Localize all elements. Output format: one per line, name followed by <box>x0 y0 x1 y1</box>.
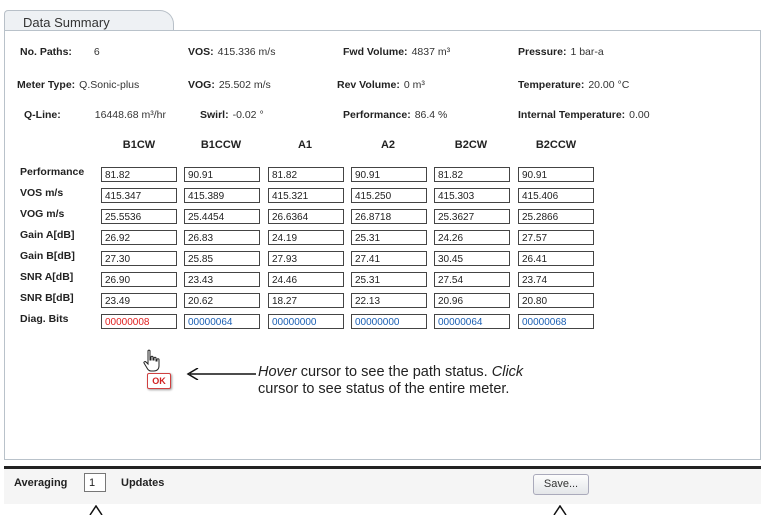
col-header-b1ccw: B1CCW <box>200 139 242 151</box>
info-fwd-volume: Fwd Volume: 4837 m³ <box>343 46 451 58</box>
info-internal-temperature: Internal Temperature: 0.00 <box>518 109 650 121</box>
data-cell: 90.91 <box>351 167 427 182</box>
data-cell: 27.30 <box>101 251 177 266</box>
info-paths: No. Paths: 6 <box>20 46 100 58</box>
data-cell: 26.8718 <box>351 209 427 224</box>
data-cell: 81.82 <box>101 167 177 182</box>
info-rev-volume: Rev Volume: 0 m³ <box>337 79 425 91</box>
up-arrow-icon <box>89 505 103 515</box>
info-qline: Q-Line: 16448.68 m³/hr <box>24 109 166 121</box>
updates-label: Updates <box>121 477 165 489</box>
data-cell: 90.91 <box>184 167 260 182</box>
info-temperature: Temperature: 20.00 °C <box>518 79 630 91</box>
row-label: Diag. Bits <box>20 313 69 325</box>
data-cell: 26.92 <box>101 230 177 245</box>
data-cell: 23.49 <box>101 293 177 308</box>
data-cell: 26.83 <box>184 230 260 245</box>
row-label: Performance <box>20 166 85 178</box>
info-pressure: Pressure: 1 bar-a <box>518 46 604 58</box>
data-cell: 25.3627 <box>434 209 510 224</box>
info-swirl: Swirl: -0.02 ° <box>200 109 264 121</box>
data-cell: 25.2866 <box>518 209 594 224</box>
row-label: VOS m/s <box>20 187 64 199</box>
hand-cursor-icon <box>143 349 160 372</box>
info-vos: VOS: 415.336 m/s <box>188 46 276 58</box>
col-header-a2: A2 <box>380 139 396 151</box>
row-label: SNR A[dB] <box>20 271 74 283</box>
data-cell: 22.13 <box>351 293 427 308</box>
data-cell: 415.303 <box>434 188 510 203</box>
data-cell: 23.43 <box>184 272 260 287</box>
ok-status-tooltip[interactable]: OK <box>147 373 171 389</box>
data-cell: 27.54 <box>434 272 510 287</box>
info-vog: VOG: 25.502 m/s <box>188 79 271 91</box>
data-cell: 24.46 <box>268 272 344 287</box>
diag-bits-cell[interactable]: 00000064 <box>434 314 510 329</box>
data-cell: 415.321 <box>268 188 344 203</box>
data-cell: 27.57 <box>518 230 594 245</box>
data-cell: 25.85 <box>184 251 260 266</box>
col-header-b1cw: B1CW <box>122 139 156 151</box>
diag-bits-cell[interactable]: 00000008 <box>101 314 177 329</box>
col-header-b2ccw: B2CCW <box>535 139 577 151</box>
data-cell: 81.82 <box>434 167 510 182</box>
data-cell: 25.31 <box>351 230 427 245</box>
up-arrow-icon <box>553 505 567 515</box>
data-cell: 20.96 <box>434 293 510 308</box>
data-cell: 81.82 <box>268 167 344 182</box>
averaging-input[interactable]: 1 <box>84 473 106 492</box>
annotation-text: Hover cursor to see the path status. Cli… <box>258 364 524 397</box>
data-cell: 415.250 <box>351 188 427 203</box>
left-arrow-icon <box>186 368 256 380</box>
diag-bits-cell[interactable]: 00000064 <box>184 314 260 329</box>
info-meter-type: Meter Type: Q.Sonic-plus <box>17 79 140 91</box>
data-cell: 27.41 <box>351 251 427 266</box>
data-cell: 25.4454 <box>184 209 260 224</box>
diag-bits-cell[interactable]: 00000000 <box>268 314 344 329</box>
data-cell: 90.91 <box>518 167 594 182</box>
footer-bar <box>4 466 761 504</box>
data-cell: 26.90 <box>101 272 177 287</box>
data-cell: 25.31 <box>351 272 427 287</box>
data-cell: 30.45 <box>434 251 510 266</box>
row-label: VOG m/s <box>20 208 65 220</box>
row-label: Gain B[dB] <box>20 250 75 262</box>
data-cell: 18.27 <box>268 293 344 308</box>
data-cell: 23.74 <box>518 272 594 287</box>
data-cell: 27.93 <box>268 251 344 266</box>
diag-bits-cell[interactable]: 00000068 <box>518 314 594 329</box>
col-header-a1: A1 <box>297 139 313 151</box>
row-label: SNR B[dB] <box>20 292 74 304</box>
data-cell: 26.41 <box>518 251 594 266</box>
info-performance: Performance: 86.4 % <box>343 109 448 121</box>
data-cell: 24.26 <box>434 230 510 245</box>
data-cell: 415.347 <box>101 188 177 203</box>
data-cell: 415.389 <box>184 188 260 203</box>
data-cell: 26.6364 <box>268 209 344 224</box>
data-cell: 20.80 <box>518 293 594 308</box>
save-button[interactable]: Save... <box>533 474 589 495</box>
row-label: Gain A[dB] <box>20 229 75 241</box>
col-header-b2cw: B2CW <box>454 139 488 151</box>
data-cell: 415.406 <box>518 188 594 203</box>
data-cell: 20.62 <box>184 293 260 308</box>
data-cell: 24.19 <box>268 230 344 245</box>
averaging-label: Averaging <box>14 477 68 489</box>
diag-bits-cell[interactable]: 00000000 <box>351 314 427 329</box>
data-cell: 25.5536 <box>101 209 177 224</box>
